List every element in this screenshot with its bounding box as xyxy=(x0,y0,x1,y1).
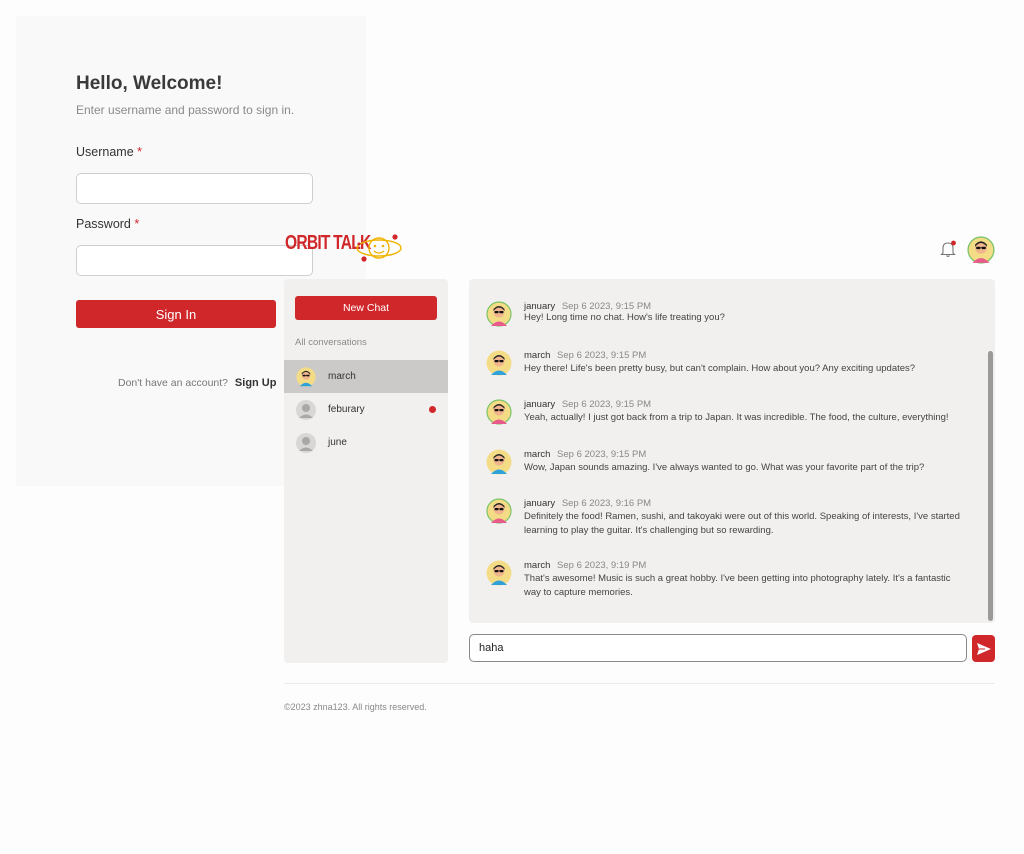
app-logo[interactable]: ORBIT TALK xyxy=(285,232,402,262)
message-text: Wow, Japan sounds amazing. I've always w… xyxy=(524,462,925,473)
message-time: Sep 6 2023, 9:15 PM xyxy=(557,350,647,361)
scrollbar[interactable] xyxy=(988,351,993,621)
conversation-item-march[interactable]: march xyxy=(284,360,448,393)
conversation-item-june[interactable]: june xyxy=(284,426,448,459)
avatar xyxy=(486,498,512,524)
required-mark: * xyxy=(137,145,143,159)
message-author: january xyxy=(524,498,556,509)
send-icon xyxy=(976,642,991,655)
avatar xyxy=(486,449,512,475)
avatar xyxy=(296,367,316,387)
message-text: That's awesome! Music is such a great ho… xyxy=(524,573,951,598)
message-time: Sep 6 2023, 9:15 PM xyxy=(557,449,647,460)
message-input[interactable]: haha xyxy=(469,634,967,662)
avatar xyxy=(296,400,316,420)
avatar xyxy=(486,301,512,327)
message-author: january xyxy=(524,399,556,410)
message-text: Hey! Long time no chat. How's life treat… xyxy=(524,312,725,323)
password-label: Password * xyxy=(76,217,140,231)
required-mark: * xyxy=(134,217,140,231)
signup-row: Don't have an account? Sign Up xyxy=(118,377,276,389)
signup-prompt: Don't have an account? xyxy=(118,377,228,389)
planet-logo-icon xyxy=(356,234,402,262)
message-text: Hey there! Life's been pretty busy, but … xyxy=(524,363,916,374)
message-text: Definitely the food! Ramen, sushi, and t… xyxy=(524,511,960,536)
sign-in-button[interactable]: Sign In xyxy=(76,300,276,328)
login-title: Hello, Welcome! xyxy=(76,73,223,94)
conversation-item-feburary[interactable]: feburary xyxy=(284,393,448,426)
message-list[interactable]: january Sep 6 2023, 9:15 PM Hey! Long ti… xyxy=(469,279,995,623)
avatar xyxy=(486,350,512,376)
sign-up-link[interactable]: Sign Up xyxy=(235,377,277,389)
conversation-sidebar: New Chat All conversations march feburar… xyxy=(284,279,448,663)
conversation-name: june xyxy=(328,437,347,448)
conversations-heading: All conversations xyxy=(295,337,367,348)
unread-dot xyxy=(429,406,436,413)
message-time: Sep 6 2023, 9:15 PM xyxy=(561,399,652,410)
login-subtitle: Enter username and password to sign in. xyxy=(76,103,295,117)
password-input[interactable] xyxy=(76,245,313,276)
message-author: march xyxy=(524,449,551,460)
new-chat-button[interactable]: New Chat xyxy=(295,296,437,320)
message-author: march xyxy=(524,560,551,571)
conversation-name: feburary xyxy=(328,404,365,415)
message-time: Sep 6 2023, 9:16 PM xyxy=(561,498,652,509)
message-text: Yeah, actually! I just got back from a t… xyxy=(524,412,949,423)
avatar xyxy=(296,433,316,453)
footer-copyright: ©2023 zhna123. All rights reserved. xyxy=(284,702,427,712)
avatar xyxy=(486,399,512,425)
user-avatar[interactable] xyxy=(967,236,995,264)
username-input[interactable] xyxy=(76,173,313,204)
footer-divider xyxy=(284,683,995,684)
username-label: Username * xyxy=(76,145,143,159)
avatar xyxy=(486,560,512,586)
message-author: march xyxy=(524,350,551,361)
message-time: Sep 6 2023, 9:19 PM xyxy=(557,560,647,571)
send-button[interactable] xyxy=(972,635,995,662)
notification-bell-icon[interactable] xyxy=(939,240,957,258)
conversation-name: march xyxy=(328,371,356,382)
